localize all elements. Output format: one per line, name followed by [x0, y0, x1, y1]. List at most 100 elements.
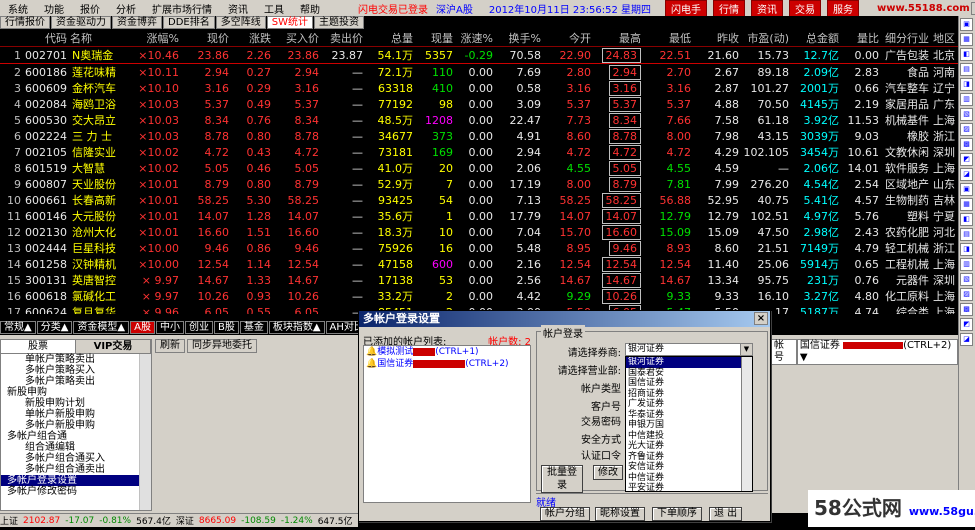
toolbar-icon[interactable]: ▤: [960, 63, 973, 76]
service-button[interactable]: 服务: [827, 0, 860, 17]
tab-stock[interactable]: 股票: [1, 340, 76, 353]
toolbar-icon[interactable]: ◨: [960, 78, 973, 91]
table-row[interactable]: 15 300131 英唐智控 × 9.97 14.67 1.33 14.67 — 17138 53…: [0, 272, 958, 288]
dropdown-scrollbar[interactable]: [741, 357, 752, 491]
tree-item[interactable]: 新股申购计划: [1, 398, 151, 409]
menu-analysis[interactable]: 分析: [108, 1, 144, 16]
batch-login-button[interactable]: 批量登录: [541, 465, 583, 493]
close-icon[interactable]: ×: [754, 312, 768, 325]
chevron-down-icon[interactable]: ▼: [740, 344, 752, 355]
toolbar-icon[interactable]: ◪: [960, 168, 973, 181]
market-tab-0[interactable]: 常规▲: [0, 321, 36, 334]
market-tab-4[interactable]: 中小: [155, 321, 184, 334]
column-header[interactable]: 昨收: [694, 30, 742, 47]
column-header[interactable]: 现量: [416, 30, 456, 47]
dropdown-option[interactable]: 光大证券: [626, 441, 741, 452]
toolbar-icon[interactable]: ◨: [960, 243, 973, 256]
tree-item[interactable]: 组合通编辑: [1, 442, 151, 453]
account-list[interactable]: 🔔模拟测试 (CTRL+1) 🔔国信证券 (CTRL+2): [363, 345, 531, 503]
toolbar-icon[interactable]: ▨: [960, 123, 973, 136]
sync-remote-orders-button[interactable]: 同步异地委托: [187, 339, 257, 353]
table-row[interactable]: 8 601519 大智慧 ×10.02 5.05 0.46 5.05 — 41.0万 20 0.00…: [0, 160, 958, 176]
table-row[interactable]: 16 600618 氯碱化工 × 9.97 10.26 0.93 10.26 — 33.2万 2 0…: [0, 288, 958, 304]
toolbar-icon[interactable]: ▥: [960, 258, 973, 271]
tab-5[interactable]: SW统计: [266, 16, 313, 29]
toolbar-icon[interactable]: ▣: [960, 183, 973, 196]
market-tab-1[interactable]: 分类▲: [36, 321, 73, 334]
dropdown-option[interactable]: 招商证券: [626, 389, 741, 400]
tab-0[interactable]: 行情报价: [0, 16, 50, 29]
column-header[interactable]: 地区: [932, 30, 958, 47]
dropdown-option[interactable]: 国信证券: [626, 378, 741, 389]
minimize-icon[interactable]: _: [970, 1, 975, 15]
table-row[interactable]: 13 002444 巨星科技 ×10.00 9.46 0.86 9.46 — 75926 16 0.…: [0, 240, 958, 256]
menu-help[interactable]: 帮助: [292, 1, 328, 16]
table-row[interactable]: 6 002224 三 力 士 ×10.03 8.78 0.80 8.78 — 34677 373 0…: [0, 128, 958, 144]
column-header[interactable]: 总量: [366, 30, 416, 47]
tree-item[interactable]: 多帐户组合通卖出: [1, 464, 151, 475]
info-button[interactable]: 资讯: [751, 0, 784, 17]
dropdown-option[interactable]: 华泰证券: [626, 410, 741, 421]
refresh-button[interactable]: 刷新: [155, 339, 185, 353]
tab-3[interactable]: DDE排名: [163, 16, 215, 29]
exit-button[interactable]: 退 出: [709, 507, 743, 521]
quote-button[interactable]: 行情: [713, 0, 746, 17]
account-group-button[interactable]: 帐户分组: [540, 507, 590, 521]
tab-6[interactable]: 主题投资: [313, 16, 364, 29]
toolbar-icon[interactable]: ▦: [960, 33, 973, 46]
broker-select[interactable]: 银河证券 ▼: [625, 343, 753, 356]
toolbar-icon[interactable]: ▦: [960, 198, 973, 211]
menu-info[interactable]: 资讯: [220, 1, 256, 16]
toolbar-icon[interactable]: ◩: [960, 318, 973, 331]
nickname-button[interactable]: 昵称设置: [595, 507, 645, 521]
table-row[interactable]: 1 002701 N奥瑞金 ×10.46 23.86 2.26 23.86 23.87 54.1…: [0, 46, 958, 64]
column-header[interactable]: 最低: [644, 30, 694, 47]
tree-item[interactable]: 单帐户策略卖出: [1, 354, 151, 365]
column-header[interactable]: 涨跌: [232, 30, 274, 47]
column-header[interactable]: 涨幅%: [128, 30, 182, 47]
column-header[interactable]: 代码: [24, 30, 70, 47]
market-tab-8[interactable]: 板块指数▲: [268, 321, 325, 334]
dropdown-option[interactable]: 国泰君安: [626, 368, 741, 379]
table-row[interactable]: 11 600146 大元股份 ×10.01 14.07 1.28 14.07—35.6万 1 0…: [0, 208, 958, 224]
broker-dropdown[interactable]: 银河证券 国泰君安 国信证券 招商证券 广发证券 华泰证券 申银万国 中信建投 光大证券 齐鲁证券…: [625, 356, 753, 492]
dropdown-option[interactable]: 银河证券: [626, 357, 741, 368]
column-header[interactable]: 市盈(动): [742, 30, 792, 47]
tree-item[interactable]: 多帐户登录设置: [1, 475, 151, 486]
tree-item[interactable]: 新股申购: [1, 387, 151, 398]
market-tab-6[interactable]: B股: [213, 321, 239, 334]
market-tab-5[interactable]: 创业: [184, 321, 213, 334]
tree-item[interactable]: 多帐户策略买入: [1, 365, 151, 376]
table-row[interactable]: 2 600186 莲花味精 ×10.11 2.94 0.27 2.94 — 72.1万 110 0.…: [0, 64, 958, 81]
toolbar-icon[interactable]: ◩: [960, 153, 973, 166]
dropdown-option[interactable]: 广发证券: [626, 399, 741, 410]
market-tab-7[interactable]: 基金: [239, 321, 268, 334]
table-row[interactable]: 10 600661 长春高新 ×10.01 58.25 5.30 58.25 — 93425 54…: [0, 192, 958, 208]
column-header[interactable]: 量比: [842, 30, 882, 47]
table-row[interactable]: 12 002130 沧州大化 ×10.01 16.60 1.51 16.60 — 18.3万 10…: [0, 224, 958, 240]
toolbar-icon[interactable]: ▧: [960, 108, 973, 121]
table-row[interactable]: 4 002084 海鸥卫浴 ×10.03 5.37 0.49 5.37 — 77192 98 0.0…: [0, 96, 958, 112]
market-tab-3[interactable]: A股: [130, 321, 155, 334]
toolbar-icon[interactable]: ▧: [960, 273, 973, 286]
toolbar-icon[interactable]: ▣: [960, 18, 973, 31]
account-combo[interactable]: 国信证券 (CTRL+2) ▼: [796, 339, 958, 365]
tab-4[interactable]: 多空阵线: [215, 16, 266, 29]
dropdown-option[interactable]: 齐鲁证券: [626, 452, 741, 463]
column-header[interactable]: 卖出价: [322, 30, 366, 47]
column-header[interactable]: 现价: [182, 30, 232, 47]
menu-extended[interactable]: 扩展市场行情: [144, 1, 220, 16]
table-row[interactable]: 14 601258 汉钟精机 ×10.00 12.54 1.14 12.54 — 47158 60…: [0, 256, 958, 272]
toolbar-icon[interactable]: ◧: [960, 213, 973, 226]
list-item[interactable]: 🔔国信证券 (CTRL+2): [364, 358, 530, 370]
modify-button[interactable]: 修改: [593, 465, 623, 480]
menu-quote[interactable]: 报价: [72, 1, 108, 16]
list-item[interactable]: 🔔模拟测试 (CTRL+1): [364, 346, 530, 358]
dropdown-option[interactable]: 平安证券: [626, 483, 741, 491]
tree-scrollbar[interactable]: [139, 354, 151, 510]
menu-function[interactable]: 功能: [36, 1, 72, 16]
column-header[interactable]: 名称: [70, 30, 128, 47]
dropdown-option[interactable]: 安信证券: [626, 462, 741, 473]
column-header[interactable]: 涨速%: [456, 30, 496, 47]
toolbar-icon[interactable]: ▥: [960, 93, 973, 106]
